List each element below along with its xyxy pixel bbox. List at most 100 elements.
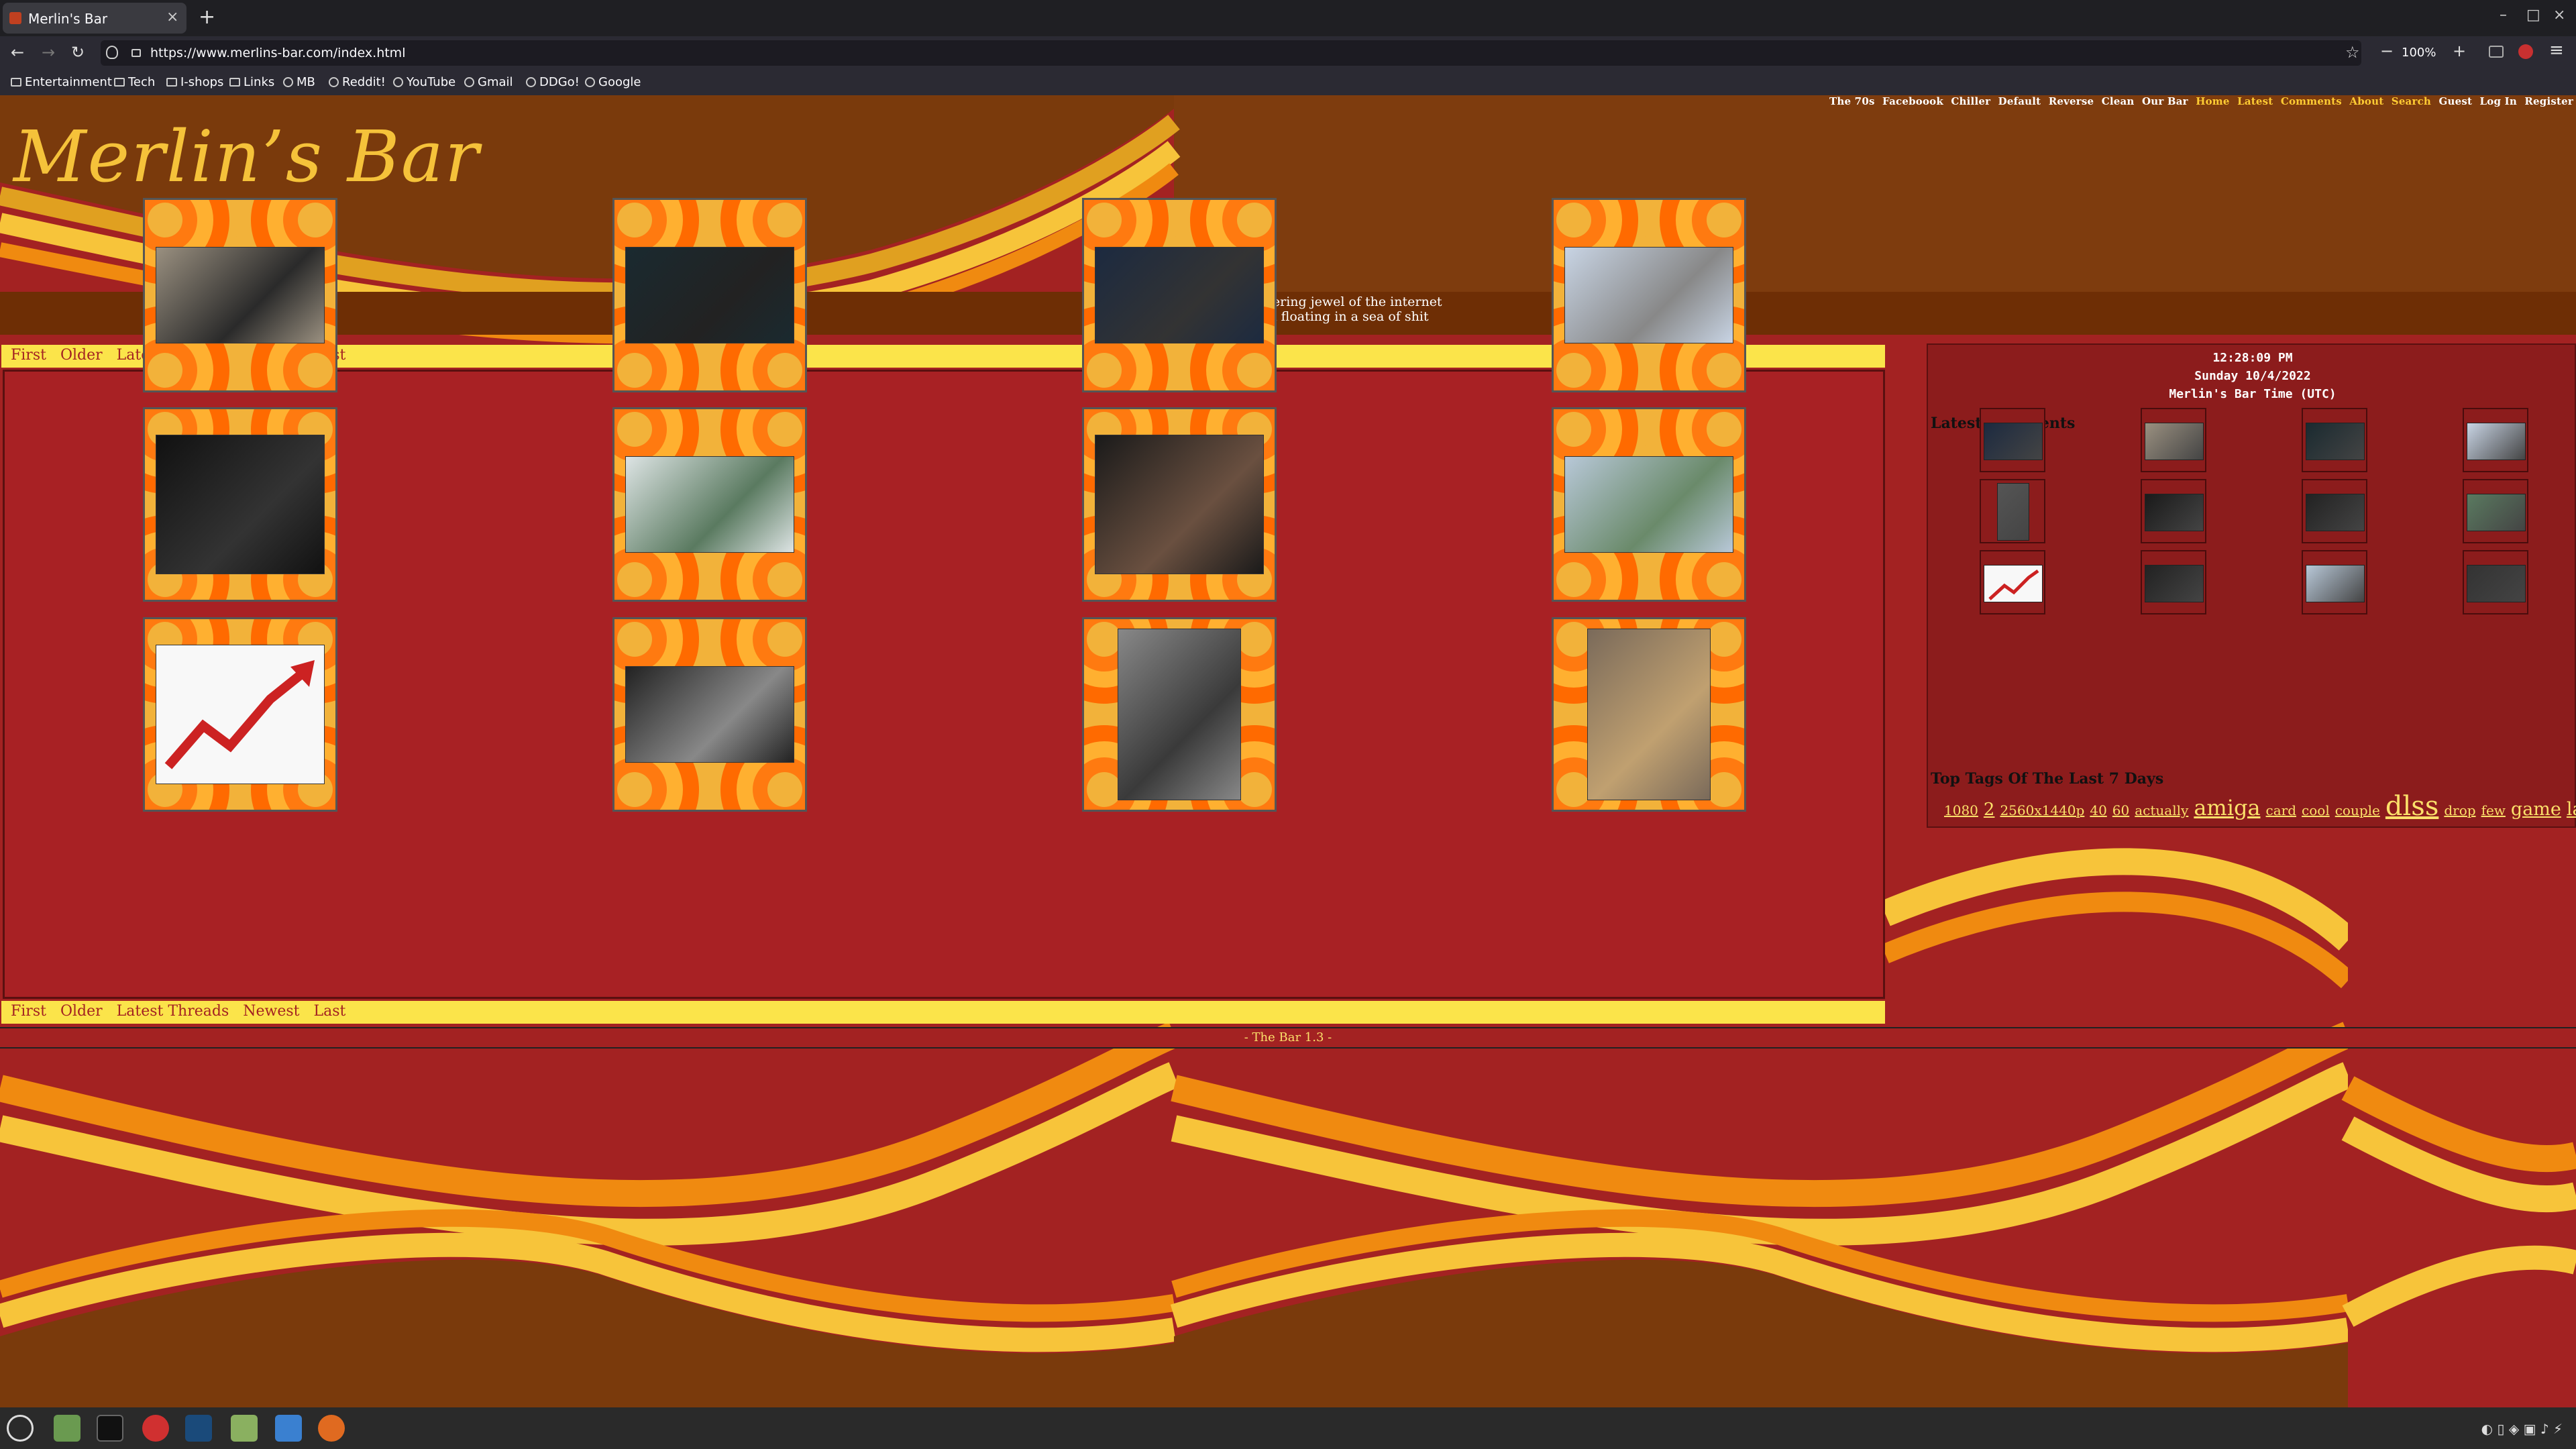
home-link[interactable]: Home [2196, 95, 2229, 107]
terminal-icon[interactable] [97, 1415, 123, 1442]
close-window-icon[interactable]: × [2553, 7, 2565, 23]
tag-link[interactable]: later [2567, 799, 2576, 820]
tag-link[interactable]: 1080 [1944, 802, 1978, 818]
tag-link[interactable]: 2560x1440p [2000, 802, 2084, 818]
pager-older-link[interactable]: Older [60, 1003, 103, 1020]
thread-thumbnail[interactable] [1082, 407, 1277, 602]
latest-comment-thumbnail[interactable] [2463, 479, 2528, 543]
pager-newest-link[interactable]: Newest [243, 1003, 299, 1020]
active-tab[interactable]: Merlin's Bar × [3, 3, 186, 34]
tag-link[interactable]: few [2481, 802, 2506, 818]
latest-comment-thumbnail[interactable] [2141, 550, 2206, 614]
pager-first-link[interactable]: First [11, 1003, 46, 1020]
bookmark-star-icon[interactable]: ☆ [2345, 43, 2360, 62]
latest-comment-thumbnail[interactable] [2141, 408, 2206, 472]
tag-link[interactable]: actually [2135, 802, 2188, 818]
extension-icon[interactable] [2518, 44, 2533, 59]
tag-link[interactable]: 60 [2112, 802, 2129, 818]
bookmark-folder-ishops[interactable]: I-shops [166, 75, 223, 89]
thread-thumbnail[interactable] [612, 198, 807, 392]
theme-reverse-link[interactable]: Reverse [2049, 95, 2094, 107]
thread-thumbnail[interactable] [1082, 198, 1277, 392]
pager-first-link[interactable]: First [11, 347, 46, 364]
forward-icon[interactable]: → [42, 43, 55, 62]
comments-link[interactable]: Comments [2281, 95, 2342, 107]
theme-faceboook-link[interactable]: Faceboook [1882, 95, 1943, 107]
text-editor-icon[interactable] [275, 1415, 302, 1442]
latest-comment-thumbnail[interactable] [1980, 479, 2045, 543]
system-tray[interactable]: ◐ ▯ ◈ ▣ ♪ ⚡ [2481, 1421, 2563, 1437]
zoom-in-icon[interactable]: + [2453, 42, 2466, 60]
log-in-link[interactable]: Log In [2480, 95, 2517, 107]
latest-comment-thumbnail[interactable] [1980, 550, 2045, 614]
tag-link[interactable]: dlss [2385, 791, 2438, 822]
latest-comment-thumbnail[interactable] [2463, 550, 2528, 614]
theme-chiller-link[interactable]: Chiller [1951, 95, 1990, 107]
bookmark-folder-tech[interactable]: Tech [114, 75, 155, 89]
thread-thumbnail[interactable] [612, 617, 807, 812]
tag-link[interactable]: drop [2444, 802, 2475, 818]
search-link[interactable]: Search [2392, 95, 2431, 107]
menu-icon[interactable]: ≡ [2549, 40, 2564, 60]
register-link[interactable]: Register [2524, 95, 2573, 107]
latest-comment-thumbnail[interactable] [2302, 408, 2367, 472]
thread-thumbnail[interactable] [612, 407, 807, 602]
bookmark-gmail[interactable]: Gmail [464, 75, 513, 89]
about-link[interactable]: About [2349, 95, 2383, 107]
bookmark-youtube[interactable]: YouTube [393, 75, 455, 89]
pager-last-link[interactable]: Last [314, 1003, 346, 1020]
bookmark-google[interactable]: Google [585, 75, 641, 89]
bookmark-folder-links[interactable]: Links [229, 75, 274, 89]
close-tab-icon[interactable]: × [166, 9, 178, 25]
zoom-out-icon[interactable]: − [2380, 42, 2394, 60]
thread-thumbnail[interactable] [143, 407, 337, 602]
thread-thumbnail[interactable] [1552, 617, 1746, 812]
bookmark-reddit[interactable]: Reddit! [329, 75, 386, 89]
reload-icon[interactable]: ↻ [71, 43, 85, 62]
tag-link[interactable]: card [2266, 802, 2297, 818]
thread-thumbnail[interactable] [1552, 407, 1746, 602]
latest-comment-thumbnail[interactable] [2302, 550, 2367, 614]
tag-link[interactable]: couple [2335, 802, 2380, 818]
our-bar-link[interactable]: Our Bar [2142, 95, 2188, 107]
thread-thumbnail[interactable] [1082, 617, 1277, 812]
new-tab-button[interactable]: + [199, 5, 215, 29]
lock-icon[interactable] [131, 49, 141, 57]
site-logo[interactable]: Merlin’s Bar [13, 115, 480, 198]
maximize-icon[interactable]: □ [2526, 7, 2540, 23]
pager-latest-threads-link[interactable]: Latest Threads [117, 1003, 229, 1020]
bookmark-mb[interactable]: MB [283, 75, 315, 89]
thread-thumbnail[interactable] [1552, 198, 1746, 392]
tag-link[interactable]: cool [2302, 802, 2330, 818]
theme-default-link[interactable]: Default [1998, 95, 2041, 107]
thread-thumbnail[interactable] [143, 198, 337, 392]
files-icon[interactable] [231, 1415, 258, 1442]
steam-icon[interactable] [185, 1415, 212, 1442]
theme-70s-link[interactable]: The 70s [1829, 95, 1875, 107]
thread-thumbnail[interactable] [143, 617, 337, 812]
zoom-level[interactable]: 100% [2402, 46, 2436, 60]
theme-clean-link[interactable]: Clean [2102, 95, 2135, 107]
minimize-icon[interactable]: – [2500, 7, 2507, 23]
latest-comment-thumbnail[interactable] [2463, 408, 2528, 472]
latest-comment-thumbnail[interactable] [2141, 479, 2206, 543]
latest-comment-thumbnail[interactable] [1980, 408, 2045, 472]
latest-link[interactable]: Latest [2237, 95, 2273, 107]
start-menu-icon[interactable] [7, 1415, 34, 1442]
latest-comment-thumbnail[interactable] [2302, 479, 2367, 543]
url-text[interactable]: https://www.merlins-bar.com/index.html [150, 46, 405, 60]
tag-link[interactable]: 40 [2090, 802, 2106, 818]
tag-link[interactable]: amiga [2194, 795, 2260, 820]
bookmark-ddgo[interactable]: DDGo! [526, 75, 580, 89]
bookmark-folder-entertainment[interactable]: Entertainment [11, 75, 112, 89]
tag-link[interactable]: 2 [1984, 800, 1995, 820]
firefox-icon[interactable] [318, 1415, 345, 1442]
raspberry-icon[interactable] [142, 1415, 169, 1442]
reader-icon[interactable] [2489, 46, 2504, 58]
tag-link[interactable]: game [2511, 799, 2561, 820]
tracking-shield-icon[interactable] [106, 46, 118, 59]
back-icon[interactable]: ← [11, 43, 24, 62]
url-bar[interactable] [101, 40, 2361, 66]
pager-older-link[interactable]: Older [60, 347, 103, 364]
show-desktop-icon[interactable] [54, 1415, 80, 1442]
